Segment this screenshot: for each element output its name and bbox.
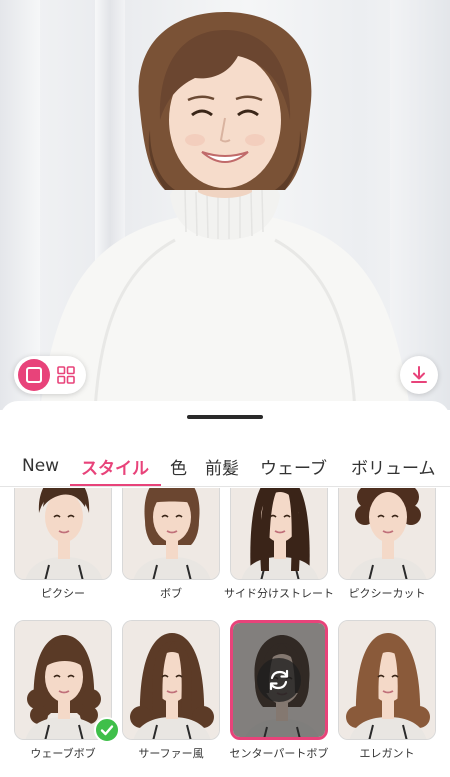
style-thumbnail — [230, 488, 328, 580]
style-thumbnail — [338, 620, 436, 740]
style-bottom-sheet: New スタイル 色 前髪 ウェーブ ボリューム ピクシー ボブ サイド分けスト… — [0, 401, 450, 777]
portrait-photo — [40, 12, 410, 410]
sheet-drag-handle[interactable] — [187, 415, 263, 419]
tab-wave[interactable]: ウェーブ — [260, 445, 327, 486]
style-label: サーファー風 — [138, 747, 204, 760]
tab-color[interactable]: 色 — [170, 445, 187, 486]
grid-view-button[interactable] — [50, 359, 82, 391]
style-label: エレガント — [359, 747, 415, 760]
style-thumbnail — [230, 620, 328, 740]
style-label: ボブ — [160, 587, 182, 600]
tab-volume[interactable]: ボリューム — [351, 445, 436, 486]
style-label: センターパートボブ — [229, 747, 329, 760]
applied-check-badge — [94, 717, 120, 743]
style-label: ピクシー — [41, 587, 85, 600]
style-thumbnail — [14, 488, 112, 580]
grid-2x2-icon — [57, 366, 75, 384]
download-icon — [411, 366, 427, 383]
style-label: サイド分けストレート — [224, 587, 334, 600]
refresh-icon — [269, 669, 289, 691]
regenerate-overlay[interactable] — [233, 623, 325, 737]
style-thumbnail — [122, 620, 220, 740]
single-square-icon — [26, 367, 42, 383]
single-view-button[interactable] — [18, 359, 50, 391]
style-thumbnail — [122, 488, 220, 580]
photo-preview — [0, 0, 450, 410]
tab-style[interactable]: スタイル — [81, 445, 149, 486]
style-grid: ピクシー ボブ サイド分けストレート ピクシーカット ウェーブボブ サーファー風… — [0, 488, 450, 777]
style-thumbnail — [338, 488, 436, 580]
tab-new[interactable]: New — [22, 445, 59, 486]
active-tab-indicator — [70, 484, 161, 486]
tab-bangs[interactable]: 前髪 — [205, 445, 239, 486]
category-tabs: New スタイル 色 前髪 ウェーブ ボリューム — [0, 445, 450, 487]
style-label: ウェーブボブ — [30, 747, 96, 760]
regenerate-button[interactable] — [257, 658, 301, 702]
check-icon — [100, 725, 114, 736]
download-button[interactable] — [400, 356, 438, 394]
style-label: ピクシーカット — [348, 587, 426, 600]
view-mode-toggle[interactable] — [14, 356, 86, 394]
